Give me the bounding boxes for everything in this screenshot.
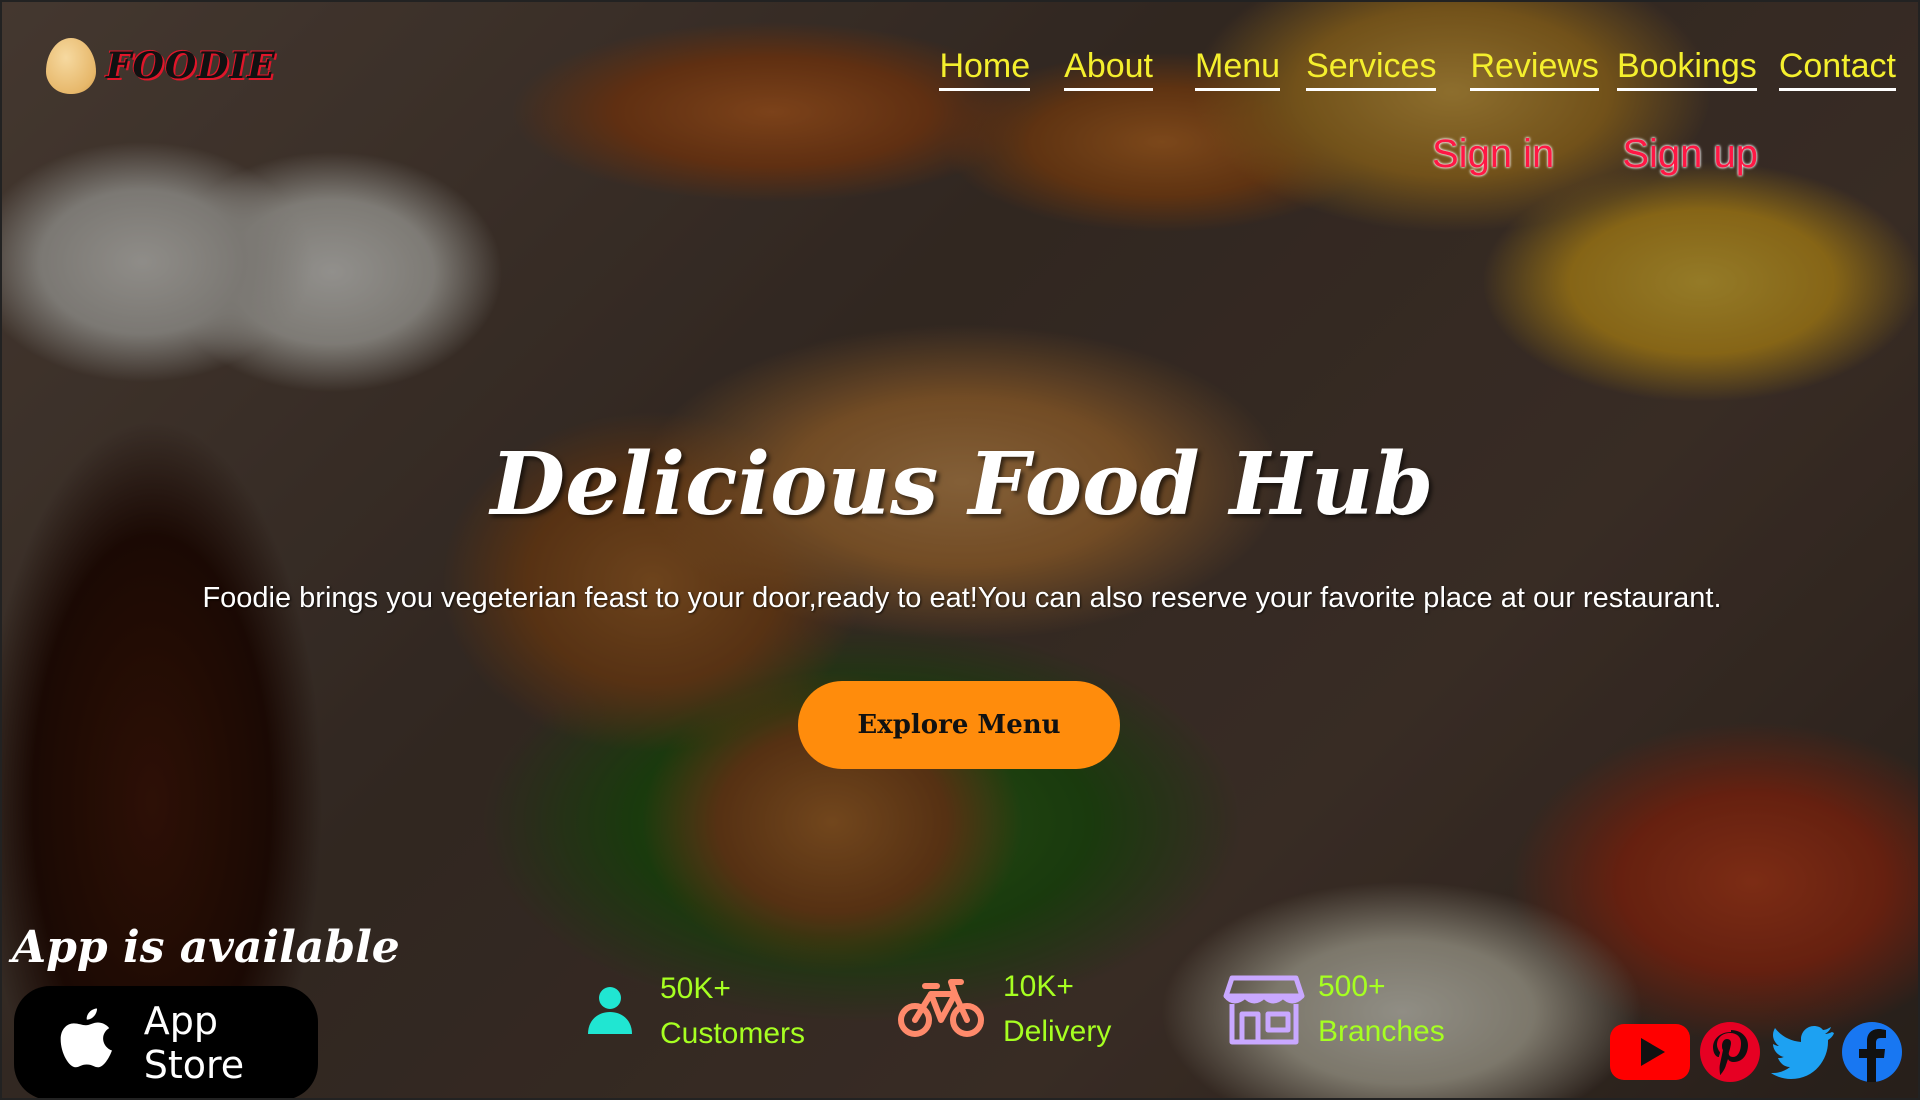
auth-links: Sign in Sign up bbox=[1432, 132, 1758, 177]
nav-services[interactable]: Services bbox=[1306, 46, 1437, 91]
youtube-icon[interactable] bbox=[1610, 1024, 1690, 1084]
user-icon bbox=[588, 987, 632, 1034]
hero-title: Delicious Food Hub bbox=[490, 434, 1434, 535]
sign-up-link[interactable]: Sign up bbox=[1622, 132, 1758, 177]
nav-about[interactable]: About bbox=[1064, 46, 1154, 91]
stat-value: 500+ bbox=[1318, 970, 1386, 1003]
stat-label: Customers bbox=[660, 1017, 806, 1050]
nav-contact[interactable]: Contact bbox=[1778, 46, 1896, 91]
main-nav: Home About Menu Services Reviews Booking… bbox=[939, 46, 1896, 91]
hero-subtitle: Foodie brings you vegeterian feast to yo… bbox=[202, 582, 1722, 614]
stat-value: 50K+ bbox=[660, 972, 731, 1005]
stat-delivery: 10K+ Delivery bbox=[897, 964, 1111, 1054]
page: FOODIE Home About Menu Services Reviews … bbox=[0, 0, 1920, 1100]
nav-home[interactable]: Home bbox=[939, 46, 1031, 91]
brand-name: FOODIE bbox=[106, 45, 276, 87]
pinterest-icon[interactable] bbox=[1698, 1020, 1762, 1088]
stat-label: Branches bbox=[1318, 1015, 1445, 1048]
store-icon bbox=[1223, 975, 1305, 1045]
nav-reviews[interactable]: Reviews bbox=[1470, 46, 1599, 91]
nav-menu[interactable]: Menu bbox=[1195, 46, 1281, 91]
app-available-heading: App is available bbox=[12, 922, 400, 973]
stat-branches: 500+ Branches bbox=[1222, 964, 1445, 1054]
stat-value: 10K+ bbox=[1003, 970, 1074, 1003]
logo-egg-icon bbox=[46, 38, 96, 94]
explore-menu-button[interactable]: Explore Menu bbox=[798, 681, 1120, 769]
app-store-button[interactable]: App Store bbox=[14, 986, 318, 1098]
bicycle-icon bbox=[898, 979, 984, 1037]
apple-icon bbox=[60, 1008, 112, 1068]
sign-in-link[interactable]: Sign in bbox=[1432, 132, 1554, 177]
stat-customers: 50K+ Customers bbox=[582, 966, 805, 1056]
app-store-label: App Store bbox=[143, 999, 245, 1087]
twitter-icon[interactable] bbox=[1770, 1024, 1834, 1084]
social-links bbox=[1610, 1020, 1904, 1088]
stat-label: Delivery bbox=[1003, 1015, 1112, 1048]
nav-bookings[interactable]: Bookings bbox=[1616, 46, 1757, 91]
facebook-icon[interactable] bbox=[1840, 1020, 1904, 1088]
brand-logo[interactable]: FOODIE bbox=[46, 38, 276, 94]
